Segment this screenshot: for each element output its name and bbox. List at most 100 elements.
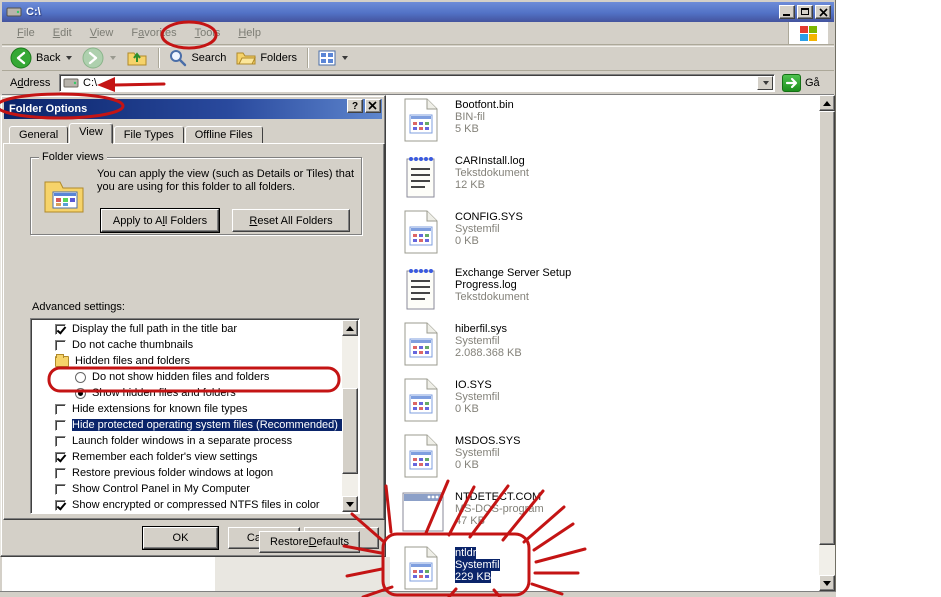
close-button[interactable] bbox=[815, 5, 831, 19]
dialog-title: Folder Options bbox=[9, 103, 87, 115]
setting-row[interactable]: Do not show hidden files and folders bbox=[31, 369, 342, 385]
file-tile-hiberfil-sys[interactable]: hiberfil.sysSystemfil2.088.368 KB bbox=[401, 321, 621, 377]
file-type: Systemfil bbox=[455, 559, 500, 571]
chevron-down-icon bbox=[763, 81, 769, 85]
vertical-scrollbar[interactable] bbox=[819, 95, 835, 591]
checkbox-icon[interactable] bbox=[55, 436, 66, 447]
folders-button[interactable]: Folders bbox=[232, 47, 301, 69]
file-tile-config-sys[interactable]: CONFIG.SYSSystemfil0 KB bbox=[401, 209, 621, 265]
radio-icon[interactable] bbox=[75, 372, 86, 383]
reset-all-folders-button[interactable]: Reset All Folders bbox=[232, 209, 350, 232]
file-tile-ntldr[interactable]: ntldrSystemfil229 KB bbox=[401, 545, 621, 597]
setting-label: Launch folder windows in a separate proc… bbox=[72, 435, 292, 447]
restore-defaults-button[interactable]: Restore Defaults bbox=[259, 531, 360, 553]
checkbox-icon[interactable] bbox=[55, 468, 66, 479]
file-tile-bootfont-bin[interactable]: Bootfont.binBIN-fil5 KB bbox=[401, 97, 621, 153]
menu-item-view[interactable]: View bbox=[81, 24, 123, 42]
tab-general[interactable]: General bbox=[9, 126, 68, 144]
file-type: Systemfil bbox=[455, 447, 500, 459]
tab-view[interactable]: View bbox=[69, 123, 113, 144]
maximize-icon bbox=[801, 8, 809, 15]
setting-row[interactable]: Hide extensions for known file types bbox=[31, 401, 342, 417]
file-type: Systemfil bbox=[455, 391, 500, 403]
scrollbar-thumb[interactable] bbox=[342, 388, 358, 474]
setting-row[interactable]: Launch folder windows in a separate proc… bbox=[31, 433, 342, 449]
up-button[interactable] bbox=[122, 47, 152, 69]
toolbar-separator bbox=[307, 48, 308, 68]
scroll-up-button[interactable] bbox=[342, 320, 358, 336]
screenshot-root: C:\ FileEditViewFavoritesToolsHelp Back bbox=[0, 0, 941, 597]
file-tile-io-sys[interactable]: IO.SYSSystemfil0 KB bbox=[401, 377, 621, 433]
apply-to-all-folders-button[interactable]: Apply to All Folders bbox=[101, 209, 219, 232]
views-button[interactable] bbox=[314, 47, 352, 69]
file-size: 229 KB bbox=[455, 571, 491, 583]
file-tile-msdos-sys[interactable]: MSDOS.SYSSystemfil0 KB bbox=[401, 433, 621, 489]
setting-row[interactable]: Hide protected operating system files (R… bbox=[31, 417, 342, 433]
file-text: Exchange Server Setup Progress.logTekstd… bbox=[455, 265, 615, 303]
menu-item-tools[interactable]: Tools bbox=[186, 24, 230, 42]
file-type: Systemfil bbox=[455, 223, 500, 235]
settings-scrollbar[interactable] bbox=[342, 320, 358, 512]
search-button[interactable]: Search bbox=[165, 47, 230, 69]
setting-label: Hidden files and folders bbox=[75, 355, 190, 367]
file-name: ntldr bbox=[455, 547, 476, 559]
file-size: 0 KB bbox=[455, 459, 479, 471]
menu-item-help[interactable]: Help bbox=[229, 24, 270, 42]
system-file-icon bbox=[401, 209, 445, 255]
scroll-down-button[interactable] bbox=[342, 496, 358, 512]
menu-item-favorites[interactable]: Favorites bbox=[122, 24, 185, 42]
dialog-help-button[interactable]: ? bbox=[347, 99, 363, 113]
setting-label: Show Control Panel in My Computer bbox=[72, 483, 250, 495]
file-text: Bootfont.binBIN-fil5 KB bbox=[455, 97, 615, 135]
tab-offline-files[interactable]: Offline Files bbox=[185, 126, 263, 144]
setting-row[interactable]: Show hidden files and folders bbox=[31, 385, 342, 401]
address-bar: Address C:\ Gå bbox=[2, 71, 834, 95]
tab-file-types[interactable]: File Types bbox=[114, 126, 184, 144]
checkbox-icon[interactable] bbox=[55, 452, 66, 463]
scroll-up-button[interactable] bbox=[819, 95, 835, 111]
ok-button[interactable]: OK bbox=[143, 527, 218, 549]
file-name: CONFIG.SYS bbox=[455, 211, 523, 223]
address-input[interactable]: C:\ bbox=[59, 74, 775, 92]
forward-icon bbox=[82, 47, 104, 69]
go-button[interactable] bbox=[782, 74, 801, 92]
folders-label: Folders bbox=[260, 52, 297, 64]
file-text: NTDETECT.COMMS-DOS-program47 KB bbox=[455, 489, 615, 527]
maximize-button[interactable] bbox=[797, 5, 813, 19]
setting-row[interactable]: Do not cache thumbnails bbox=[31, 337, 342, 353]
minimize-button[interactable] bbox=[779, 5, 795, 19]
folder-options-dialog: Folder Options ? GeneralViewFile TypesOf… bbox=[0, 95, 386, 557]
setting-row[interactable]: Show Control Panel in My Computer bbox=[31, 481, 342, 497]
radio-icon[interactable] bbox=[75, 388, 86, 399]
checkbox-icon[interactable] bbox=[55, 500, 66, 511]
folder-icon[interactable] bbox=[55, 356, 69, 367]
back-button[interactable]: Back bbox=[6, 47, 76, 69]
setting-row[interactable]: Remember each folder's view settings bbox=[31, 449, 342, 465]
checkbox-icon[interactable] bbox=[55, 404, 66, 415]
scrollbar-thumb[interactable] bbox=[819, 111, 835, 545]
setting-row[interactable]: Hidden files and folders bbox=[31, 353, 342, 369]
address-dropdown-button[interactable] bbox=[757, 76, 773, 90]
checkbox-icon[interactable] bbox=[55, 324, 66, 335]
folder-views-icon bbox=[43, 174, 87, 216]
checkbox-icon[interactable] bbox=[55, 340, 66, 351]
checkbox-icon[interactable] bbox=[55, 484, 66, 495]
window-title: C:\ bbox=[26, 6, 41, 18]
menu-item-edit[interactable]: Edit bbox=[44, 24, 81, 42]
setting-row[interactable]: Display the full path in the title bar bbox=[31, 321, 342, 337]
setting-row[interactable]: Show encrypted or compressed NTFS files … bbox=[31, 497, 342, 513]
menu-item-file[interactable]: File bbox=[8, 24, 44, 42]
file-tile-ntdetect-com[interactable]: NTDETECT.COMMS-DOS-program47 KB bbox=[401, 489, 621, 545]
setting-label: Display the full path in the title bar bbox=[72, 323, 237, 335]
dialog-close-button[interactable] bbox=[365, 99, 381, 113]
close-icon bbox=[368, 101, 378, 111]
file-tile-exchange-server-setup-progress-log[interactable]: Exchange Server Setup Progress.logTekstd… bbox=[401, 265, 621, 321]
checkbox-icon[interactable] bbox=[55, 420, 66, 431]
setting-row[interactable]: Restore previous folder windows at logon bbox=[31, 465, 342, 481]
close-icon bbox=[818, 7, 830, 19]
scroll-down-button[interactable] bbox=[819, 575, 835, 591]
file-tile-carinstall-log[interactable]: CARInstall.logTekstdokument12 KB bbox=[401, 153, 621, 209]
search-label: Search bbox=[191, 52, 226, 64]
forward-button[interactable] bbox=[78, 47, 120, 69]
views-icon bbox=[318, 50, 336, 66]
